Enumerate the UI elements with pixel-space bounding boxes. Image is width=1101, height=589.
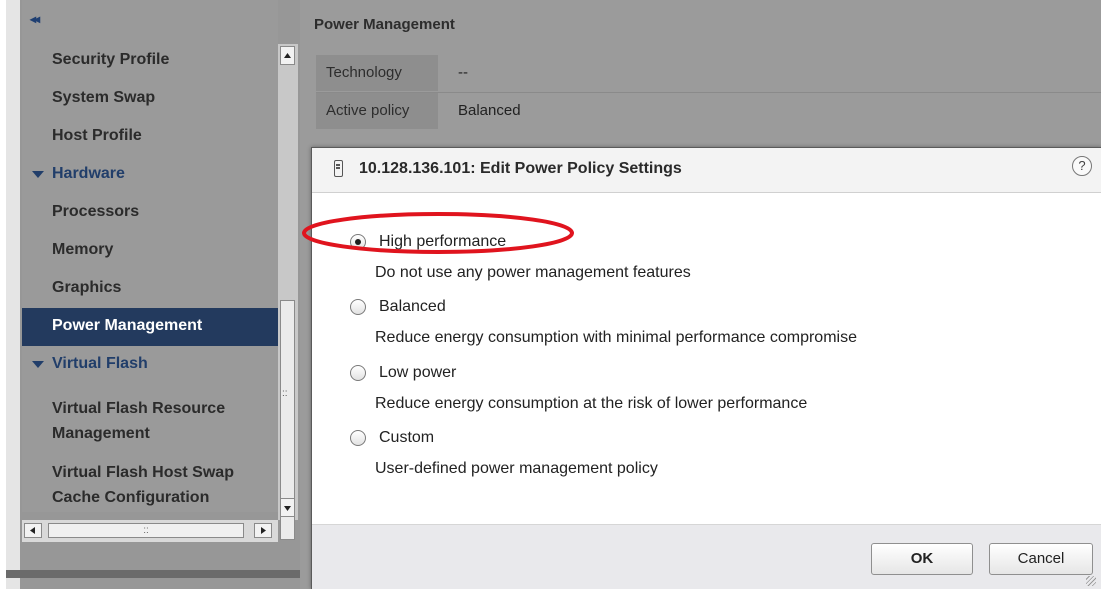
collapse-nav-button[interactable]: ◂◂ [22,0,278,44]
option-description: User-defined power management policy [375,460,658,477]
dialog-title: 10.128.136.101: Edit Power Policy Settin… [359,160,682,177]
nav-item-power-management[interactable]: Power Management [22,308,278,346]
nav-edge [0,0,6,589]
navigator-panel: ◂◂ Security Profile System Swap Host Pro… [0,0,300,589]
option-label[interactable]: Balanced [379,298,446,316]
resize-grip-icon[interactable] [1086,576,1096,586]
nav-vertical-scrollbar[interactable]: :: [278,44,298,540]
scroll-left-button[interactable] [24,523,42,538]
ok-button[interactable]: OK [871,543,973,575]
nav-item-virtual-flash-resource-management[interactable]: Virtual Flash Resource Management [22,384,278,448]
property-row-technology: Technology -- [316,55,1101,91]
scroll-down-button[interactable] [280,498,295,517]
highlight-ellipse-annotation [302,212,574,254]
cancel-button[interactable]: Cancel [989,543,1093,575]
arrow-left-icon [30,527,35,534]
page-title: Power Management [314,16,455,33]
arrow-up-icon [284,53,291,58]
property-value: -- [458,64,468,81]
nav-group-virtual-flash[interactable]: Virtual Flash [22,346,278,384]
option-label[interactable]: Custom [379,429,434,447]
horizontal-scroll-thumb[interactable]: :: [48,523,244,538]
arrow-right-icon [261,527,266,534]
option-label[interactable]: Low power [379,364,456,382]
property-row-active-policy: Active policy Balanced [316,93,1101,129]
nav-item-system-swap[interactable]: System Swap [22,80,278,118]
property-value: Balanced [458,102,521,119]
nav-group-hardware[interactable]: Hardware [22,156,278,194]
property-key: Active policy [326,102,410,119]
nav-item-security-profile[interactable]: Security Profile [22,42,278,80]
radio-custom[interactable] [350,430,366,446]
scroll-up-button[interactable] [280,46,295,65]
nav-item-host-profile[interactable]: Host Profile [22,118,278,156]
option-description: Reduce energy consumption at the risk of… [375,395,808,412]
nav-item-virtual-flash-host-swap-cache[interactable]: Virtual Flash Host Swap Cache Configurat… [22,448,278,512]
nav-item-graphics[interactable]: Graphics [22,270,278,308]
option-description: Do not use any power management features [375,264,691,281]
dialog-header: 10.128.136.101: Edit Power Policy Settin… [312,148,1101,193]
double-chevron-left-icon: ◂◂ [30,12,40,26]
help-icon[interactable]: ? [1072,156,1092,176]
caret-down-icon [32,171,44,178]
edit-power-policy-dialog: 10.128.136.101: Edit Power Policy Settin… [302,147,1101,589]
nav-horizontal-scrollbar[interactable]: :: [22,520,278,542]
radio-balanced[interactable] [350,299,366,315]
host-server-icon [334,160,343,177]
property-key: Technology [326,64,402,81]
scroll-grip: :: [282,388,288,399]
arrow-down-icon [284,506,291,511]
caret-down-icon [32,361,44,368]
dialog-footer: OK Cancel [312,524,1101,589]
scroll-right-button[interactable] [254,523,272,538]
nav-bottom-bar [6,570,300,578]
radio-low-power[interactable] [350,365,366,381]
nav-item-memory[interactable]: Memory [22,232,278,270]
option-description: Reduce energy consumption with minimal p… [375,329,857,346]
nav-item-processors[interactable]: Processors [22,194,278,232]
